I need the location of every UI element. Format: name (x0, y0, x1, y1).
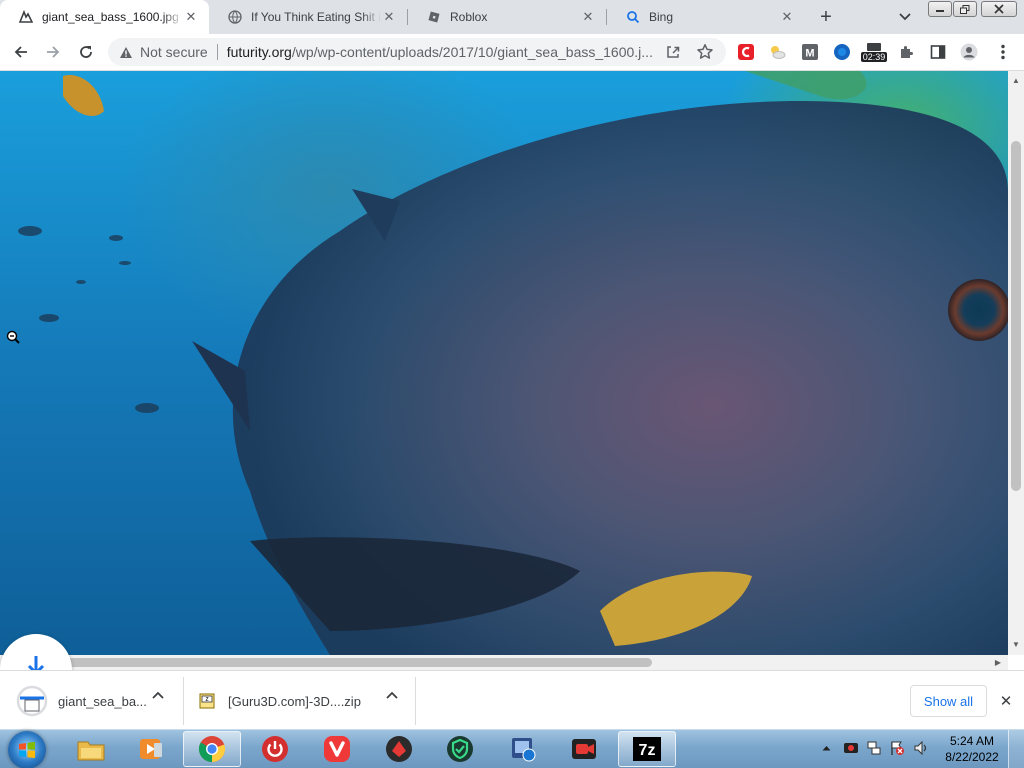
scroll-up-arrow-icon[interactable]: ▲ (1011, 75, 1021, 85)
vertical-scrollbar[interactable]: ▲ ▼ (1008, 71, 1024, 655)
show-all-downloads-button[interactable]: Show all (910, 685, 987, 717)
share-icon[interactable] (665, 44, 681, 60)
chevron-up-icon[interactable] (385, 688, 399, 702)
media-player-icon[interactable] (122, 731, 180, 767)
roblox-icon (426, 9, 442, 25)
chrome-icon[interactable] (183, 731, 241, 767)
7zip-icon[interactable]: 7z (618, 731, 676, 767)
bookmark-star-icon[interactable] (696, 43, 714, 61)
tab-eating-article[interactable]: If You Think Eating Shit is Weird... ✕ (209, 0, 407, 34)
search-icon (625, 9, 641, 25)
puzzle-extensions-icon[interactable] (897, 43, 915, 61)
vertical-scrollbar-thumb[interactable] (1011, 141, 1021, 491)
scroll-down-arrow-icon[interactable]: ▼ (1011, 639, 1021, 649)
security-status-label[interactable]: Not secure (140, 44, 208, 60)
action-center-flag-icon[interactable] (889, 740, 905, 756)
m-extension-icon[interactable]: M (801, 43, 819, 61)
image-file-icon (16, 685, 48, 717)
warning-triangle-icon[interactable] (118, 44, 134, 60)
omnibox-divider (216, 44, 218, 60)
tab-giant-sea-bass[interactable]: giant_sea_bass_1600.jpg (1600×1067) ✕ (0, 0, 209, 34)
url-text[interactable]: futurity.org/wp/wp-content/uploads/2017/… (227, 44, 657, 60)
tab-title: Roblox (450, 10, 488, 24)
back-button[interactable] (8, 39, 34, 65)
side-panel-icon[interactable] (929, 43, 947, 61)
show-desktop-button[interactable] (1008, 730, 1024, 768)
url-host: futurity.org (226, 44, 292, 60)
network-icon[interactable] (866, 740, 882, 756)
start-button[interactable] (8, 731, 46, 768)
horizontal-scrollbar[interactable]: ◀ ▶ (0, 655, 1008, 670)
restore-button[interactable] (953, 1, 977, 17)
adblock-extension-icon[interactable] (737, 43, 755, 61)
download-divider (415, 677, 416, 725)
image-viewer[interactable] (0, 71, 1008, 655)
reload-button[interactable] (73, 39, 99, 65)
clock-time: 5:24 AM (949, 734, 995, 748)
download-divider (183, 677, 184, 725)
close-downloads-bar-icon[interactable]: ✕ (998, 693, 1014, 710)
tab-bing[interactable]: Bing ✕ (607, 0, 805, 34)
address-bar[interactable]: Not secure futurity.org/wp/wp-content/up… (108, 38, 726, 66)
zoom-cursor-icon (6, 330, 20, 344)
sea-bass-photo (18, 71, 1008, 655)
timer-badge: 02:39 (860, 52, 888, 62)
volume-icon[interactable] (913, 740, 929, 756)
tab-search-chevron-icon[interactable] (894, 6, 916, 28)
system-clock[interactable]: 5:24 AM 8/22/2022 (944, 733, 1000, 765)
download-filename: [Guru3D.com]-3D....zip (228, 693, 361, 709)
downloads-bar: giant_sea_ba... Z [Guru3D.com]-3D....zip… (0, 670, 1024, 729)
new-tab-button[interactable]: + (815, 6, 837, 28)
menu-kebab-icon[interactable] (994, 43, 1012, 61)
clock-date: 8/22/2022 (945, 750, 999, 764)
vivaldi-icon[interactable] (308, 731, 366, 767)
browser-toolbar: Not secure futurity.org/wp/wp-content/up… (0, 34, 1024, 71)
svg-text:M: M (805, 48, 814, 60)
windows-logo-icon (19, 742, 35, 758)
weather-extension-icon[interactable] (768, 43, 786, 61)
forward-button[interactable] (40, 39, 66, 65)
scroll-right-arrow-icon[interactable]: ▶ (993, 657, 1003, 667)
video-recorder-icon[interactable] (556, 731, 614, 767)
chevron-up-icon[interactable] (151, 688, 165, 702)
close-tab-icon[interactable]: ✕ (381, 9, 397, 25)
tab-title: giant_sea_bass_1600.jpg (1600×1067) (42, 10, 183, 24)
power-app-icon[interactable] (246, 731, 304, 767)
minimize-button[interactable] (928, 1, 952, 17)
close-tab-icon[interactable]: ✕ (580, 9, 596, 25)
redline-app-icon[interactable] (370, 731, 428, 767)
vpn-shield-icon[interactable] (431, 731, 489, 767)
file-explorer-icon[interactable] (62, 731, 120, 767)
download-filename: giant_sea_ba... (58, 693, 147, 709)
tab-title: If You Think Eating Shit is Weird... (251, 10, 381, 24)
close-window-button[interactable] (981, 1, 1017, 17)
tab-roblox[interactable]: Roblox ✕ (408, 0, 606, 34)
globe-icon (227, 9, 243, 25)
svg-text:7z: 7z (639, 742, 656, 759)
fish-eye (948, 279, 1008, 341)
timer-extension-icon[interactable]: 02:39 (860, 40, 888, 64)
recorder-tray-icon[interactable] (843, 740, 859, 756)
download-item[interactable]: Z [Guru3D.com]-3D....zip (198, 677, 388, 725)
url-path: /wp/wp-content/uploads/2017/10/giant_sea… (291, 44, 653, 60)
tab-strip: giant_sea_bass_1600.jpg (1600×1067) ✕ If… (0, 0, 1024, 34)
tab-title: Bing (649, 10, 674, 24)
screen-capture-icon[interactable] (494, 731, 552, 767)
image-file-icon (18, 9, 34, 25)
windows-taskbar: 7z 5:24 AM 8/22/2022 (0, 729, 1024, 768)
show-hidden-icons-chevron[interactable] (818, 740, 834, 756)
profile-avatar-icon[interactable] (960, 43, 978, 61)
blue-circle-extension-icon[interactable] (833, 43, 851, 61)
zip-file-icon: Z (198, 692, 216, 710)
close-tab-icon[interactable]: ✕ (183, 9, 199, 25)
close-tab-icon[interactable]: ✕ (779, 9, 795, 25)
horizontal-scrollbar-thumb[interactable] (12, 658, 652, 667)
svg-text:Z: Z (205, 697, 208, 703)
